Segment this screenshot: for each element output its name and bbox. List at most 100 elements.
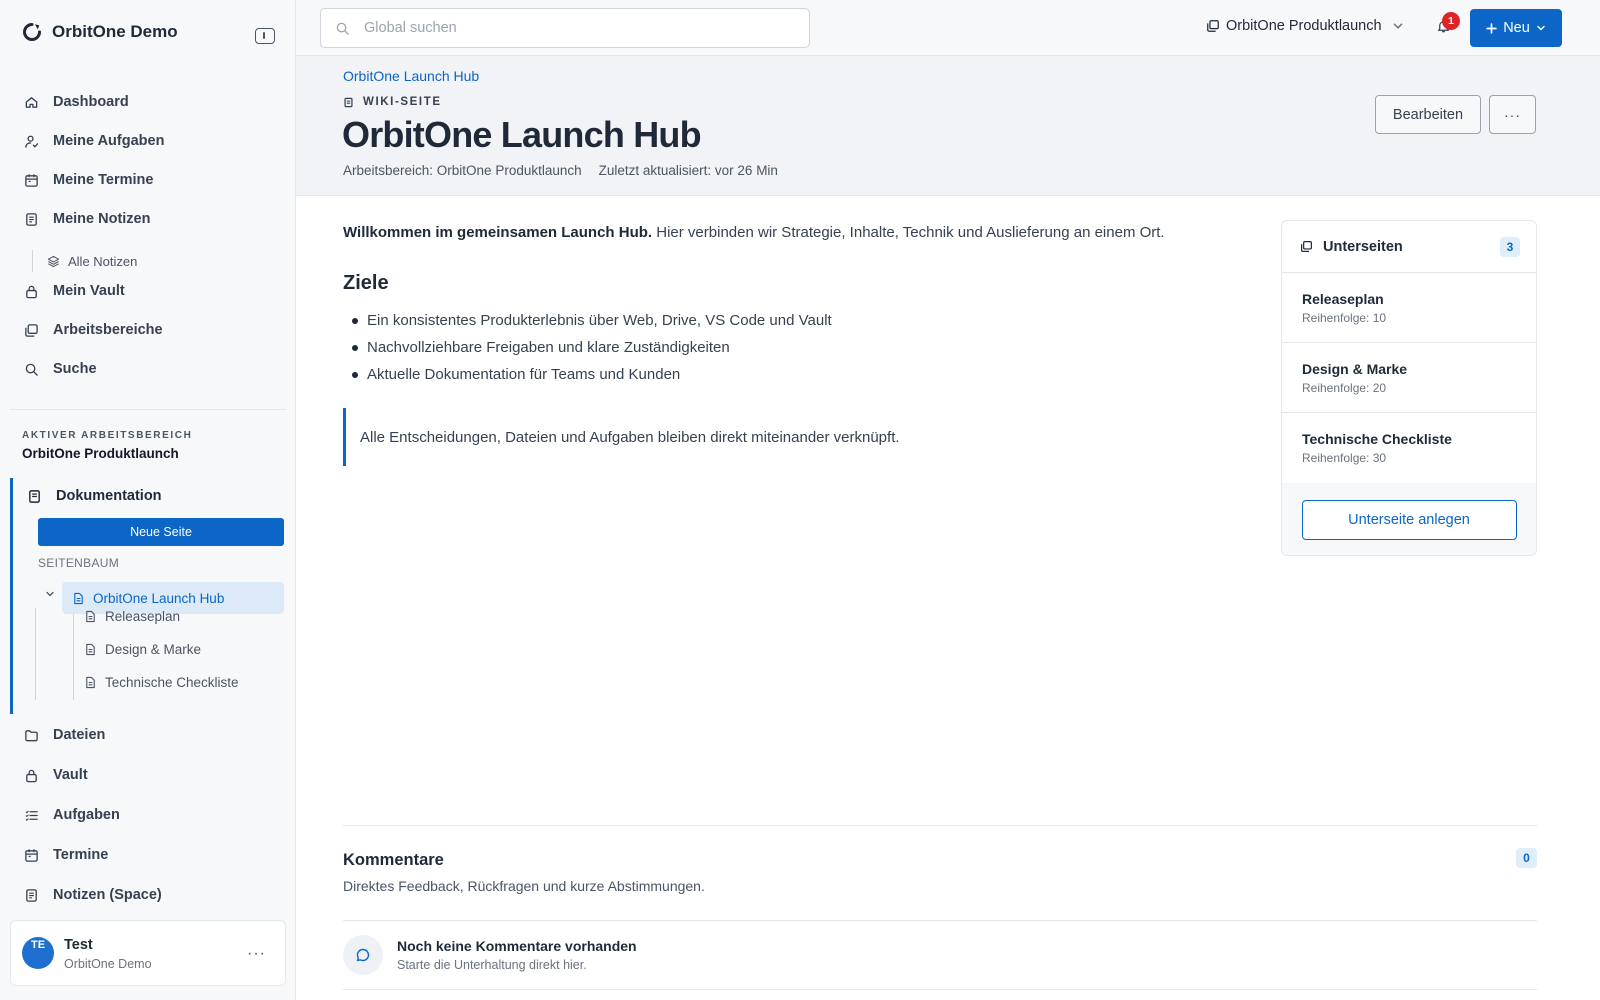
breadcrumb[interactable]: OrbitOne Launch Hub <box>343 68 479 84</box>
comments-divider <box>343 989 1537 990</box>
plus-icon <box>1486 22 1497 34</box>
user-name: Test <box>64 937 93 953</box>
add-subpage-button[interactable]: Unterseite anlegen <box>1301 500 1517 540</box>
sidebar: OrbitOne Demo Dashboard Meine Aufgaben M… <box>0 0 296 1000</box>
new-button-label: Neu <box>1503 20 1530 36</box>
brand[interactable]: OrbitOne Demo <box>22 22 178 42</box>
note-icon <box>26 212 37 226</box>
user-menu-button[interactable]: ··· <box>247 945 266 963</box>
subpage-title: Technische Checkliste <box>1302 431 1452 447</box>
page-kind-label: WIKI-SEITE <box>363 96 442 108</box>
page-icon <box>86 610 95 623</box>
updated-meta: Zuletzt aktualisiert: vor 26 Min <box>598 163 778 178</box>
goals-heading: Ziele <box>343 272 389 294</box>
nav-label: Dashboard <box>53 94 129 110</box>
nav-label: Mein Vault <box>53 283 125 299</box>
subpages-header: Unterseiten 3 <box>1282 221 1536 273</box>
nav-files[interactable]: Dateien <box>24 724 105 746</box>
intro-bold: Willkommen im gemeinsamen Launch Hub. <box>343 224 653 241</box>
subpage-item[interactable]: Releaseplan Reihenfolge: 10 <box>1282 273 1536 343</box>
nav-my-tasks[interactable]: Meine Aufgaben <box>24 130 164 152</box>
subpage-item[interactable]: Design & Marke Reihenfolge: 20 <box>1282 343 1536 413</box>
list-item: Aktuelle Dokumentation für Teams und Kun… <box>352 366 832 393</box>
sidebar-collapse-icon[interactable] <box>255 28 275 44</box>
comments-empty-hint: Starte die Unterhaltung direkt hier. <box>397 958 587 972</box>
subpages-count: 3 <box>1500 236 1520 257</box>
intro-text: Willkommen im gemeinsamen Launch Hub. Hi… <box>343 224 1165 241</box>
subpages-title: Unterseiten <box>1323 238 1403 255</box>
notification-badge: 1 <box>1442 12 1460 30</box>
documentation-section: Dokumentation Neue Seite SEITENBAUM Orbi… <box>10 478 286 714</box>
page-kind: WIKI-SEITE <box>343 96 442 108</box>
note-icon <box>26 888 37 902</box>
chevron-down-icon[interactable] <box>45 589 55 599</box>
nav-documentation[interactable]: Dokumentation <box>27 488 162 504</box>
calendar-icon <box>25 848 38 862</box>
page-icon <box>86 676 95 689</box>
workspaces-icon <box>1207 20 1219 32</box>
search-icon <box>336 22 349 35</box>
new-page-button[interactable]: Neue Seite <box>38 518 284 546</box>
chevron-down-icon <box>1537 25 1545 31</box>
list-item: Ein konsistentes Produkterlebnis über We… <box>352 312 832 339</box>
nav-vault[interactable]: Vault <box>24 764 88 786</box>
nav-label: Notizen (Space) <box>53 887 162 903</box>
tree-rail <box>35 608 36 700</box>
nav-tasks[interactable]: Aufgaben <box>24 804 120 826</box>
home-icon <box>25 96 38 108</box>
calendar-icon <box>25 173 38 187</box>
nav-label: Dateien <box>53 727 106 743</box>
nav-all-notes[interactable]: Alle Notizen <box>32 250 137 272</box>
workspaces-icon <box>1301 241 1312 252</box>
more-button[interactable]: ··· <box>1489 95 1536 134</box>
nav-my-appointments[interactable]: Meine Termine <box>24 169 153 191</box>
comments-title: Kommentare <box>343 851 444 869</box>
layers-icon <box>47 255 60 267</box>
nav-label: Termine <box>53 847 109 863</box>
tree-item-releaseplan[interactable]: Releaseplan <box>84 609 180 624</box>
subpage-title: Releaseplan <box>1302 291 1384 307</box>
global-search[interactable] <box>320 8 810 48</box>
nav-label: Suche <box>53 361 97 377</box>
nav-space-notes[interactable]: Notizen (Space) <box>24 884 162 906</box>
book-icon <box>344 97 353 107</box>
edit-button[interactable]: Bearbeiten <box>1375 95 1481 134</box>
subpage-item[interactable]: Technische Checkliste Reihenfolge: 30 <box>1282 413 1536 483</box>
page-icon <box>86 643 95 656</box>
nav-appointments[interactable]: Termine <box>24 844 108 866</box>
new-button[interactable]: Neu <box>1470 9 1562 47</box>
avatar: TE <box>22 937 54 969</box>
workspaces-icon <box>25 323 38 337</box>
search-input[interactable] <box>364 20 784 36</box>
nav-dashboard[interactable]: Dashboard <box>24 91 129 113</box>
subpage-order: Reihenfolge: 30 <box>1302 451 1387 465</box>
nav-my-vault[interactable]: Mein Vault <box>24 280 125 302</box>
page-icon <box>74 592 83 604</box>
search-icon <box>25 363 38 376</box>
nav-search[interactable]: Suche <box>24 358 97 380</box>
page-title: OrbitOne Launch Hub <box>342 114 702 155</box>
workspace-switcher[interactable]: OrbitOne Produktlaunch <box>1206 18 1404 34</box>
active-workspace-label: AKTIVER ARBEITSBEREICH <box>22 430 193 441</box>
chevron-down-icon <box>1393 23 1402 29</box>
comments-divider <box>343 920 1537 921</box>
subpage-order: Reihenfolge: 20 <box>1302 381 1387 395</box>
tree-item-label: OrbitOne Launch Hub <box>93 590 225 606</box>
lock-icon <box>26 769 37 782</box>
tree-item-checklist[interactable]: Technische Checkliste <box>84 675 239 690</box>
nav-label: Arbeitsbereiche <box>53 322 163 338</box>
tree-item-design[interactable]: Design & Marke <box>84 642 201 657</box>
nav-workspaces[interactable]: Arbeitsbereiche <box>24 319 163 341</box>
brand-name: OrbitOne Demo <box>52 22 178 41</box>
subpage-order: Reihenfolge: 10 <box>1302 311 1387 325</box>
nav-my-notes[interactable]: Meine Notizen <box>24 208 150 230</box>
subpages-footer: Unterseite anlegen <box>1282 483 1536 555</box>
nav-label: Alle Notizen <box>68 253 138 269</box>
intro-rest: Hier verbinden wir Strategie, Inhalte, T… <box>652 224 1165 241</box>
workspace-switcher-label: OrbitOne Produktlaunch <box>1226 18 1382 34</box>
user-org: OrbitOne Demo <box>64 957 152 971</box>
page-tree-label: SEITENBAUM <box>38 556 120 570</box>
user-card[interactable]: TE Test OrbitOne Demo ··· <box>10 920 286 986</box>
tree-item-label: Design & Marke <box>105 642 202 657</box>
list-check-icon <box>25 810 38 821</box>
